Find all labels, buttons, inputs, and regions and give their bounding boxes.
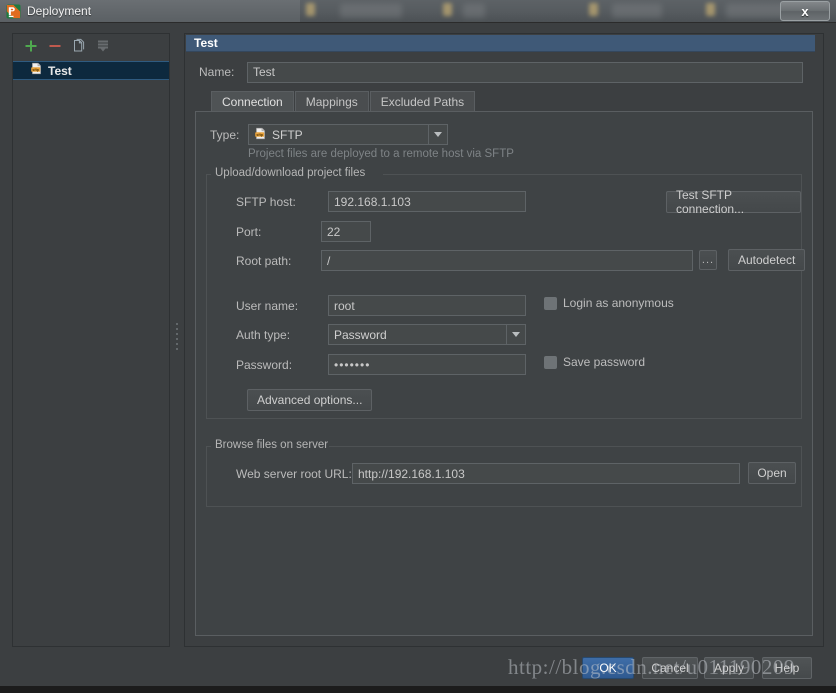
upload-download-group: Upload/download project files SFTP host:… [206,167,806,419]
auth-type-value: Password [334,327,387,342]
name-input[interactable]: Test [247,61,803,83]
password-value: ••••••• [334,357,371,372]
ok-button[interactable]: OK [582,657,634,679]
name-label: Name: [199,65,235,79]
sftp-host-input[interactable]: 192.168.1.103 [328,191,526,212]
tab-excluded-paths[interactable]: Excluded Paths [369,91,476,112]
port-label: Port: [236,225,262,239]
window-titlebar: Deployment [0,0,300,22]
details-tabs: Connection Mappings Excluded Paths [211,91,476,112]
user-name-label: User name: [236,299,299,313]
save-password-label: Save password [563,355,646,369]
close-button[interactable]: x [780,1,830,21]
login-anonymous-label: Login as anonymous [563,296,674,310]
dialog-body: sftp Test Test Name: Test Connection Map… [0,22,836,693]
password-label: Password: [236,358,293,372]
set-default-icon [95,38,111,54]
upload-download-group-title: Upload/download project files [215,167,366,179]
root-path-input[interactable]: / [321,250,693,271]
advanced-options-button[interactable]: Advanced options... [247,389,373,411]
save-password-checkbox[interactable] [544,355,557,369]
port-input[interactable]: 22 [321,221,371,242]
web-server-root-input[interactable]: http://192.168.1.103 [352,463,740,484]
name-input-value: Test [253,65,276,79]
root-path-label: Root path: [236,254,292,268]
details-header-title: Test [194,36,218,50]
chevron-down-icon[interactable] [506,325,525,344]
user-name-value: root [334,298,355,313]
panel-splitter[interactable] [172,33,184,647]
details-header: Test [186,35,815,52]
password-input[interactable]: ••••••• [328,354,526,375]
cancel-button[interactable]: Cancel [642,657,698,679]
sftp-host-value: 192.168.1.103 [334,194,411,209]
window-title: Deployment [27,4,92,18]
tab-connection[interactable]: Connection [211,91,294,112]
login-anonymous-checkbox[interactable] [544,296,557,310]
browse-files-group-title: Browse files on server [215,439,329,451]
deployment-list-toolbar [13,34,169,58]
chevron-down-icon[interactable] [428,125,447,144]
user-name-input[interactable]: root [328,295,526,316]
name-row: Name: Test [199,61,809,83]
add-icon[interactable] [23,38,39,54]
open-button[interactable]: Open [748,462,796,484]
type-combobox[interactable]: sftp SFTP [248,124,448,145]
save-password-row[interactable]: Save password [544,355,645,369]
sidebar-item-test[interactable]: sftp Test [13,61,169,80]
web-server-root-label: Web server root URL: [236,467,352,481]
root-path-browse-button[interactable]: ... [699,250,717,270]
deployment-details-panel: Test Name: Test Connection Mappings Excl… [184,33,824,647]
sftp-icon: sftp [254,127,267,143]
window-bottom-strip [0,686,836,693]
sftp-icon: sftp [30,62,43,80]
login-anonymous-row[interactable]: Login as anonymous [544,296,674,310]
tab-mappings[interactable]: Mappings [294,91,369,112]
browse-files-group: Browse files on server Web server root U… [206,439,802,507]
web-server-root-value: http://192.168.1.103 [358,466,465,481]
type-label: Type: [210,127,240,142]
type-value: SFTP [272,127,303,142]
test-sftp-connection-button[interactable]: Test SFTP connection... [666,188,801,216]
auth-type-combobox[interactable]: Password [328,324,526,345]
type-hint: Project files are deployed to a remote h… [248,148,514,160]
type-row: Type: sftp SFTP [210,124,448,145]
autodetect-button[interactable]: Autodetect [728,249,806,271]
apply-button[interactable]: Apply [704,657,754,679]
copy-icon[interactable] [71,38,87,54]
svg-text:sftp: sftp [256,132,263,136]
sidebar-item-label: Test [48,63,72,78]
auth-type-label: Auth type: [236,328,291,342]
help-button[interactable]: Help [762,657,812,679]
remove-icon[interactable] [47,38,63,54]
sftp-host-label: SFTP host: [236,195,296,209]
pycharm-icon [6,3,21,19]
deployment-dialog-window: Deployment x sftp Test Test Name: Test C… [0,0,836,693]
root-path-value: / [327,253,331,268]
deployment-list-panel: sftp Test [12,33,170,647]
port-value: 22 [327,224,341,239]
svg-text:sftp: sftp [32,67,39,71]
connection-tab-panel: Type: sftp SFTP Project files are deploy… [195,111,813,636]
splitter-grip [176,323,179,351]
